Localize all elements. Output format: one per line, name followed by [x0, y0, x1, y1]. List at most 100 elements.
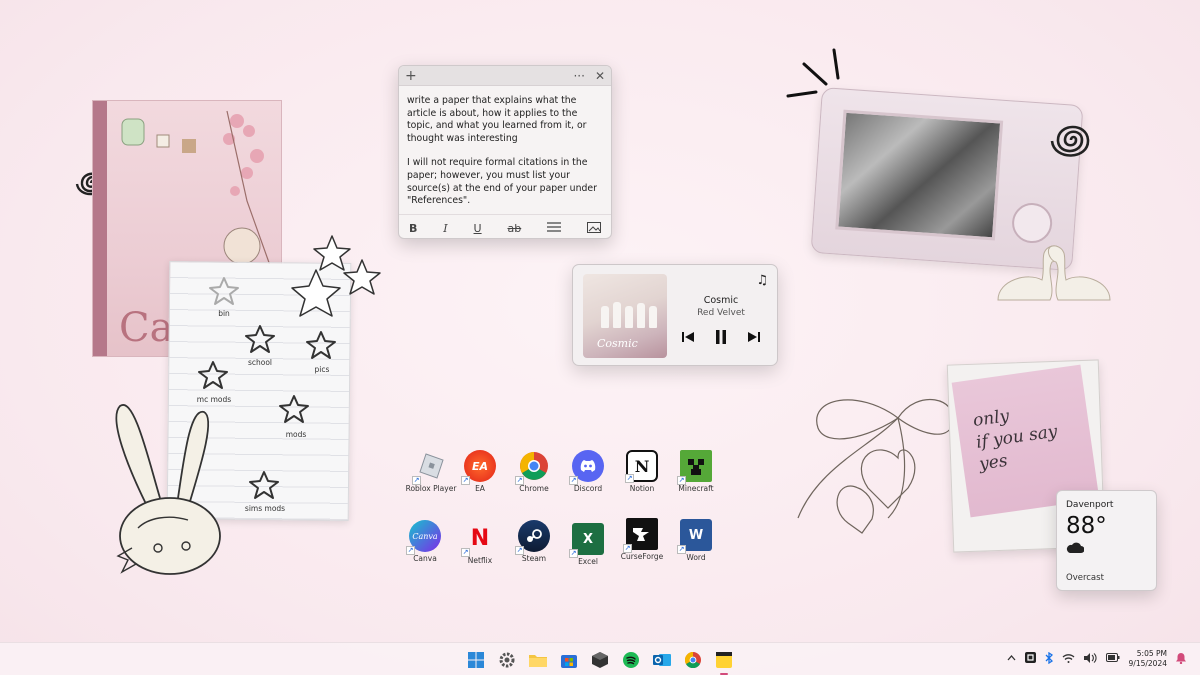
taskbar-chrome[interactable] — [681, 648, 705, 672]
store-icon — [561, 655, 577, 668]
bluetooth-icon[interactable] — [1045, 651, 1053, 667]
system-tray: 5:05 PM 9/15/2024 — [1007, 649, 1186, 669]
desktop-icon-word[interactable]: W ↗ Word — [669, 519, 723, 562]
windows-icon — [468, 652, 484, 668]
desktop-icon-chrome[interactable]: ↗ Chrome — [507, 450, 561, 493]
battery-icon[interactable] — [1105, 653, 1120, 665]
taskbar: 5:05 PM 9/15/2024 — [0, 642, 1200, 675]
strikethrough-button[interactable]: ab — [507, 222, 521, 235]
folder-sims-mods[interactable]: sims mods — [238, 504, 292, 513]
outlook-icon — [653, 654, 671, 666]
gear-icon — [499, 652, 515, 668]
desktop-icon-netflix[interactable]: N ↗ Netflix — [453, 522, 507, 565]
desktop-label: Canva — [413, 554, 437, 563]
clock-time: 5:05 PM — [1136, 649, 1167, 658]
excel-icon: X ↗ — [569, 523, 604, 558]
desktop-label: Netflix — [467, 556, 493, 565]
folder-bin[interactable]: bin — [206, 309, 242, 318]
underline-button[interactable]: U — [474, 222, 482, 235]
weather-condition: Overcast — [1066, 573, 1104, 583]
previous-track-icon[interactable] — [681, 330, 695, 344]
add-note-icon[interactable]: + — [405, 68, 417, 84]
sticky-notes-icon — [716, 652, 732, 668]
italic-button[interactable]: I — [443, 222, 447, 235]
taskbar-app-cube[interactable] — [588, 648, 612, 672]
desktop-label: Excel — [578, 557, 598, 566]
notion-icon: N ↗ — [625, 450, 658, 483]
weather-widget[interactable]: Davenport 88° Overcast — [1056, 490, 1157, 591]
word-icon: W ↗ — [677, 519, 712, 554]
curseforge-icon: ↗ — [623, 518, 658, 553]
desktop-label: CurseForge — [620, 552, 664, 561]
media-player-widget[interactable]: Cosmic ♫ Cosmic Red Velvet — [572, 264, 778, 366]
taskbar-settings[interactable] — [495, 648, 519, 672]
music-note-icon: ♫ — [756, 273, 768, 288]
star-doodles — [291, 235, 381, 317]
steam-icon: ↗ — [515, 520, 550, 555]
discord-icon: ↗ — [569, 450, 604, 485]
netflix-icon: N ↗ — [461, 525, 490, 557]
bold-button[interactable]: B — [409, 222, 417, 235]
canva-icon: Canva ↗ — [406, 520, 441, 555]
taskbar-sticky-notes[interactable] — [712, 648, 736, 675]
desktop-icon-discord[interactable]: ↗ Discord — [561, 450, 615, 493]
desktop-icon-curseforge[interactable]: ↗ CurseForge — [615, 518, 669, 561]
svg-text:Ca: Ca — [119, 305, 173, 351]
insert-image-icon[interactable] — [587, 221, 601, 236]
desktop-label: Notion — [629, 484, 655, 493]
wifi-icon[interactable] — [1062, 653, 1075, 666]
desktop-icon-minecraft[interactable]: ↗ Minecraft — [669, 450, 723, 493]
weather-location: Davenport — [1066, 500, 1114, 510]
taskbar-file-explorer[interactable] — [526, 648, 550, 672]
desktop-label: Minecraft — [678, 484, 714, 493]
sticky-note-content[interactable]: write a paper that explains what the art… — [399, 86, 611, 214]
close-icon[interactable]: ✕ — [595, 69, 605, 83]
next-track-icon[interactable] — [747, 330, 761, 344]
folder-pics[interactable]: pics — [304, 365, 340, 374]
desktop-icon-canva[interactable]: Canva ↗ Canva — [398, 520, 452, 563]
weather-temperature: 88° — [1066, 513, 1107, 539]
folder-mods[interactable]: mods — [276, 430, 316, 439]
desktop-icon-notion[interactable]: N ↗ Notion — [615, 450, 669, 493]
taskbar-store[interactable] — [557, 648, 581, 672]
cloud-icon — [1066, 542, 1085, 553]
album-script: Cosmic — [597, 337, 638, 350]
notification-bell-icon[interactable] — [1176, 652, 1186, 667]
desktop-label: Chrome — [519, 484, 549, 493]
bullet-list-icon[interactable] — [547, 222, 562, 235]
taskbar-spotify[interactable] — [619, 648, 643, 672]
bow-locket-sticker — [797, 398, 954, 534]
sticky-note-window[interactable]: + ··· ✕ write a paper that explains what… — [398, 65, 612, 239]
taskbar-clock[interactable]: 5:05 PM 9/15/2024 — [1129, 649, 1167, 669]
desktop-label: EA — [475, 484, 485, 493]
desktop-icon-roblox[interactable]: ↗ Roblox Player — [404, 450, 458, 493]
roblox-icon: ↗ — [412, 450, 447, 485]
formatting-toolbar: B I U ab — [399, 214, 611, 238]
desktop-label: Discord — [573, 484, 603, 493]
track-artist: Red Velvet — [697, 308, 745, 318]
start-button[interactable] — [464, 648, 488, 672]
taskbar-outlook[interactable] — [650, 648, 674, 672]
folder-icon — [529, 655, 547, 667]
desktop-label: Steam — [521, 554, 547, 563]
spotify-icon — [623, 652, 639, 668]
desktop-icon-steam[interactable]: ↗ Steam — [507, 520, 561, 563]
more-options-icon[interactable]: ··· — [573, 69, 584, 83]
note-paragraph-2: I will not require formal citations in t… — [407, 157, 597, 207]
chrome-icon — [685, 652, 701, 668]
volume-icon[interactable] — [1083, 652, 1097, 666]
folder-school[interactable]: school — [240, 358, 280, 367]
sticky-note-titlebar[interactable]: + ··· ✕ — [399, 66, 611, 86]
chrome-icon: ↗ — [515, 450, 550, 485]
bunny-doodle — [115, 404, 221, 575]
track-title: Cosmic — [703, 295, 739, 306]
chevron-up-icon[interactable] — [1007, 654, 1016, 664]
tray-app-icon[interactable] — [1024, 652, 1036, 666]
pause-icon[interactable] — [714, 329, 728, 345]
ea-icon: EA ↗ — [461, 450, 496, 485]
desktop-icon-ea[interactable]: EA ↗ EA — [453, 450, 507, 493]
desktop-icon-excel[interactable]: X ↗ Excel — [561, 523, 615, 566]
note-paragraph-1: write a paper that explains what the art… — [407, 95, 587, 144]
clock-date: 9/15/2024 — [1128, 659, 1167, 668]
desktop-label: Roblox Player — [405, 484, 457, 493]
